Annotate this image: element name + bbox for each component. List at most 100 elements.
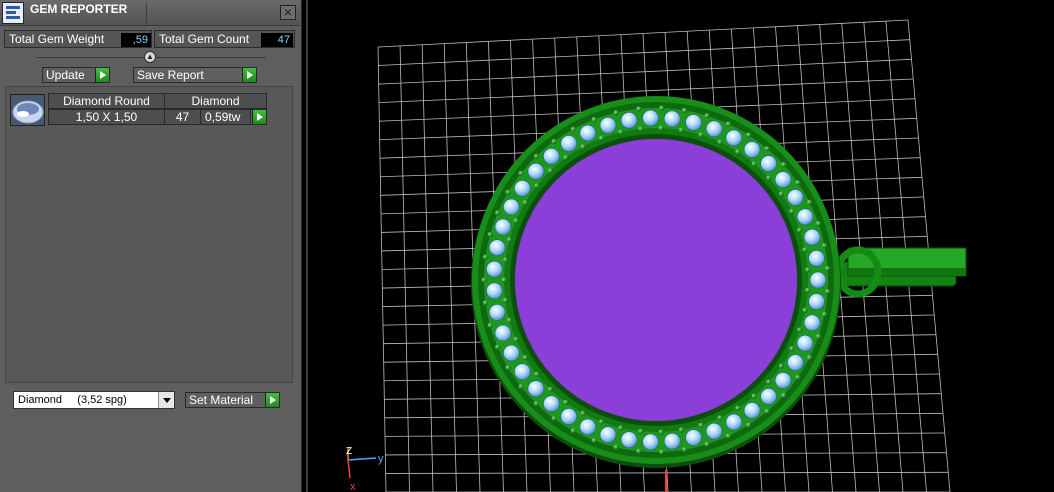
accent-stone <box>486 260 503 278</box>
prong-bead <box>563 155 569 161</box>
prong-bead <box>815 333 822 339</box>
3d-viewport[interactable]: Z y x <box>306 0 1054 492</box>
prong-bead <box>522 199 528 206</box>
accent-stone <box>642 109 659 127</box>
prong-bead <box>598 419 604 425</box>
accent-stone <box>809 271 827 289</box>
gem-cut-header: Diamond Round <box>48 93 165 109</box>
prong-bead <box>746 422 752 428</box>
accent-stone <box>803 228 821 246</box>
viewport-scene[interactable]: Z y x <box>308 0 1054 492</box>
axis-label-x: x <box>350 481 356 492</box>
prong-bead <box>725 121 731 127</box>
center-stone-plate <box>515 139 797 421</box>
total-gem-count-label: Total Gem Count <box>159 32 250 46</box>
prong-bead <box>598 135 604 141</box>
prong-bead <box>502 257 508 263</box>
accent-stone <box>560 135 578 152</box>
prong-bead <box>815 221 822 227</box>
prong-bead <box>487 232 493 238</box>
prong-bead <box>781 392 787 398</box>
accent-stone <box>725 129 743 147</box>
axis-label-y: y <box>378 453 384 465</box>
update-button[interactable]: Update <box>42 67 110 83</box>
save-report-button-label: Save Report <box>137 68 204 82</box>
title-bar[interactable]: GEM REPORTER × <box>0 0 300 26</box>
prong-bead <box>547 168 553 174</box>
prong-bead <box>534 371 540 377</box>
accent-stone <box>503 198 520 216</box>
prong-bead <box>618 129 624 135</box>
accent-stone <box>514 363 531 381</box>
accent-stone <box>725 413 743 431</box>
prong-bead <box>751 393 757 399</box>
save-report-button[interactable]: Save Report <box>133 67 257 83</box>
set-material-button[interactable]: Set Material <box>185 392 280 408</box>
prong-bead <box>659 105 665 111</box>
prong-bead <box>591 116 597 123</box>
prong-bead <box>698 422 704 428</box>
prong-bead <box>481 277 487 283</box>
prong-bead <box>613 110 619 116</box>
prong-bead <box>638 126 644 132</box>
prong-bead <box>501 277 507 283</box>
chevron-down-icon[interactable] <box>158 392 174 408</box>
accent-stone <box>488 303 506 321</box>
close-icon[interactable]: × <box>280 5 296 20</box>
play-arrow-icon <box>242 68 256 82</box>
gem-list-item[interactable]: Diamond Round Diamond 1,50 X 1,50 47 0,5… <box>48 93 267 126</box>
accent-stone <box>488 239 506 256</box>
prong-bead <box>797 327 803 333</box>
prong-bead <box>506 317 512 323</box>
prong-bead <box>766 175 772 181</box>
prong-bead <box>682 447 688 453</box>
prong-bead <box>506 237 512 243</box>
axis-label-z: Z <box>346 446 352 457</box>
prong-bead <box>735 149 741 155</box>
prong-bead <box>825 265 831 272</box>
accent-stone <box>543 148 560 165</box>
set-material-button-label: Set Material <box>189 393 254 407</box>
prong-bead <box>658 125 664 131</box>
total-gem-count-value: 47 <box>261 33 293 47</box>
material-select[interactable]: Diamond (3,52 spg) <box>13 391 175 409</box>
prong-bead <box>704 441 710 447</box>
prong-bead <box>806 355 813 361</box>
prong-bead <box>789 346 795 352</box>
gem-detail-button[interactable] <box>250 109 267 125</box>
prong-bead <box>805 267 811 273</box>
prong-bead <box>795 180 801 186</box>
accent-stone <box>527 380 545 398</box>
prong-bead <box>533 401 539 407</box>
gem-list <box>5 86 293 383</box>
prong-bead <box>781 162 787 168</box>
accent-stone <box>579 418 597 436</box>
oval-gem-icon <box>10 94 45 126</box>
update-button-label: Update <box>46 68 85 82</box>
accent-stone <box>705 120 723 138</box>
prong-bead <box>482 300 489 306</box>
prong-bead <box>778 363 784 369</box>
accent-stone <box>760 388 777 405</box>
prong-bead <box>636 106 642 112</box>
accent-stone <box>796 334 814 352</box>
prong-bead <box>487 322 493 328</box>
prong-bead <box>518 384 524 390</box>
prong-bead <box>547 386 553 392</box>
prong-bead <box>725 433 731 439</box>
prong-bead <box>805 287 811 293</box>
accent-stone <box>486 282 503 300</box>
accent-stone <box>503 344 520 362</box>
play-arrow-icon <box>252 110 266 124</box>
total-gem-weight-label: Total Gem Weight <box>9 32 105 46</box>
accent-stone <box>663 432 681 450</box>
total-gem-weight-field: Total Gem Weight ,59 <box>4 30 152 48</box>
prong-bead <box>613 444 619 450</box>
prong-bead <box>518 170 524 176</box>
accent-stone <box>599 117 617 134</box>
play-arrow-icon <box>95 68 109 82</box>
prong-bead <box>505 365 511 371</box>
prong-bead <box>778 191 784 197</box>
prong-bead <box>822 243 828 249</box>
collapse-toggle-icon[interactable]: ▲ <box>144 51 156 63</box>
